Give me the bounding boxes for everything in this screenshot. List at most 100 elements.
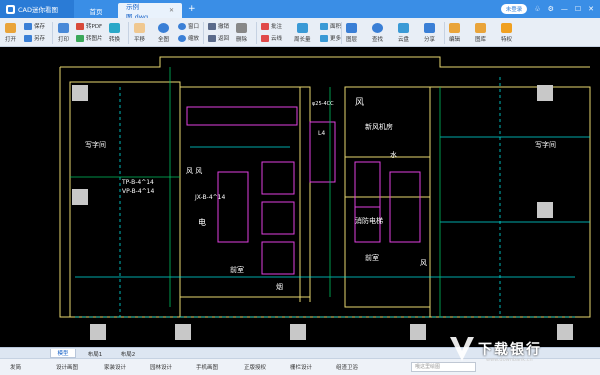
gallery-button[interactable]: 图库 bbox=[475, 23, 486, 43]
back-icon bbox=[208, 34, 216, 42]
more-label: 更多 bbox=[330, 36, 342, 42]
save-as-button[interactable]: 另存 bbox=[24, 34, 45, 42]
vip-label: 特权 bbox=[501, 37, 513, 43]
bottom-link-5[interactable]: 正版授权 bbox=[244, 363, 266, 371]
separator bbox=[203, 22, 204, 44]
full-view-button[interactable]: 全图 bbox=[158, 23, 169, 43]
tab-model-label: 模型 bbox=[57, 351, 69, 357]
cloud-line-label: 云线 bbox=[271, 36, 283, 42]
share-icon bbox=[424, 23, 435, 33]
outer-wall-top bbox=[60, 56, 590, 68]
undo-label: 撤销 bbox=[218, 24, 230, 30]
bottom-link-1[interactable]: 设计画图 bbox=[56, 363, 78, 371]
cloud-icon bbox=[398, 23, 409, 33]
watermark: 下载银行 www.downbank.cn bbox=[446, 327, 596, 371]
length-button[interactable]: 周长量 bbox=[294, 23, 311, 43]
settings-icon[interactable]: ⚙ bbox=[548, 5, 554, 13]
vip-button[interactable]: 特权 bbox=[501, 23, 512, 43]
more-button[interactable]: 更多 bbox=[320, 34, 341, 42]
zoom-extents-icon bbox=[158, 23, 169, 33]
zoom-label: 缩放 bbox=[188, 36, 200, 42]
layers-button[interactable]: 图层 bbox=[346, 23, 357, 43]
bottom-link-7[interactable]: 组渣卫浴 bbox=[336, 363, 358, 371]
pdf-icon bbox=[76, 22, 84, 30]
separator bbox=[52, 22, 53, 44]
bottom-link-6[interactable]: 栅栏设计 bbox=[290, 363, 312, 371]
more-icon bbox=[320, 34, 328, 42]
annotate-label: 批注 bbox=[271, 24, 283, 30]
login-button[interactable]: 未登录 bbox=[500, 4, 528, 14]
label-pipe: φ25-4CC bbox=[312, 101, 334, 107]
skin-icon[interactable]: ♧ bbox=[534, 5, 540, 13]
convert-button[interactable]: 转换 bbox=[109, 23, 120, 43]
trash-icon bbox=[236, 23, 247, 33]
label-office-right: 写字间 bbox=[535, 140, 556, 149]
print-button[interactable]: 打印 bbox=[58, 23, 69, 43]
annotate-button[interactable]: 批注 bbox=[261, 22, 282, 30]
share-button[interactable]: 分享 bbox=[424, 23, 435, 43]
window-zoom-label: 窗口 bbox=[188, 24, 200, 30]
cloud-line-icon bbox=[261, 34, 269, 42]
ruler-icon bbox=[296, 23, 308, 33]
open-button[interactable]: 打开 bbox=[5, 23, 16, 43]
annotate-icon bbox=[261, 22, 269, 30]
convert-icon bbox=[109, 23, 120, 33]
label-front-room-1: 前室 bbox=[230, 265, 244, 274]
edit-icon bbox=[449, 23, 460, 33]
label-fresh-air-room: 新风机房 bbox=[365, 122, 393, 131]
pan-button[interactable]: 平移 bbox=[134, 23, 145, 43]
separator bbox=[341, 22, 342, 44]
tab-home[interactable]: 首页 bbox=[74, 3, 118, 18]
label-smoke: 烟 bbox=[276, 282, 283, 291]
tab-document[interactable]: 示例图.dwg ✕ bbox=[118, 3, 182, 21]
area-button[interactable]: 面积 bbox=[320, 22, 341, 30]
layers-icon bbox=[346, 23, 357, 33]
label-vp: VP-B-4^14 bbox=[122, 188, 154, 195]
zoom-icon bbox=[178, 34, 186, 42]
add-tab-icon[interactable]: + bbox=[188, 4, 196, 14]
app-logo-icon bbox=[6, 4, 15, 14]
delete-label: 删除 bbox=[236, 37, 248, 43]
watermark-text: 下载银行 bbox=[478, 342, 542, 358]
convert-label: 转换 bbox=[109, 37, 121, 43]
back-button[interactable]: 返回 bbox=[208, 34, 229, 42]
gallery-icon bbox=[475, 23, 486, 33]
save-button[interactable]: 保存 bbox=[24, 22, 45, 30]
printer-icon bbox=[58, 23, 69, 33]
minimize-icon[interactable]: — bbox=[561, 5, 568, 13]
to-pdf-button[interactable]: 转PDF bbox=[76, 22, 102, 30]
bottom-link-2[interactable]: 家装设计 bbox=[104, 363, 126, 371]
window-zoom-button[interactable]: 窗口 bbox=[178, 22, 199, 30]
edit-button[interactable]: 编辑 bbox=[449, 23, 460, 43]
find-button[interactable]: 查找 bbox=[372, 23, 383, 43]
cloud-disk-button[interactable]: 云盘 bbox=[398, 23, 409, 43]
close-tab-icon[interactable]: ✕ bbox=[169, 7, 174, 14]
label-fan-2: 风 bbox=[420, 259, 427, 267]
tab-home-label: 首页 bbox=[89, 7, 103, 16]
zoom-button[interactable]: 缩放 bbox=[178, 34, 199, 42]
to-image-button[interactable]: 转图片 bbox=[76, 34, 103, 42]
label-electric: 电 bbox=[198, 217, 206, 227]
maximize-icon[interactable]: ☐ bbox=[575, 5, 581, 13]
close-icon[interactable]: ✕ bbox=[588, 5, 594, 13]
cloud-line-button[interactable]: 云线 bbox=[261, 34, 282, 42]
image-icon bbox=[76, 34, 84, 42]
folder-icon bbox=[5, 23, 16, 33]
delete-button[interactable]: 删除 bbox=[236, 23, 247, 43]
bottom-link-3[interactable]: 园林设计 bbox=[150, 363, 172, 371]
tab-layout1[interactable]: 布局1 bbox=[80, 349, 110, 358]
bottom-link-0[interactable]: 发简 bbox=[10, 363, 21, 371]
central-block bbox=[179, 86, 311, 298]
watermark-url: www.downbank.cn bbox=[486, 357, 533, 363]
undo-button[interactable]: 撤销 bbox=[208, 22, 229, 30]
bottom-link-4[interactable]: 手机画图 bbox=[196, 363, 218, 371]
app-name[interactable]: CAD迷你看图 bbox=[0, 0, 74, 18]
gallery-label: 图库 bbox=[475, 37, 487, 43]
separator bbox=[256, 22, 257, 44]
drawing-canvas[interactable]: 写字间 写字间 风 新风机房 水 电 风 风 前室 前室 消防电梯 烟 L4 J… bbox=[0, 47, 600, 347]
tab-layout2[interactable]: 布局2 bbox=[113, 349, 143, 358]
tab-model[interactable]: 模型 bbox=[50, 349, 76, 358]
to-pdf-label: 转PDF bbox=[86, 24, 103, 30]
corridor bbox=[299, 87, 311, 302]
save-as-label: 另存 bbox=[34, 36, 46, 42]
